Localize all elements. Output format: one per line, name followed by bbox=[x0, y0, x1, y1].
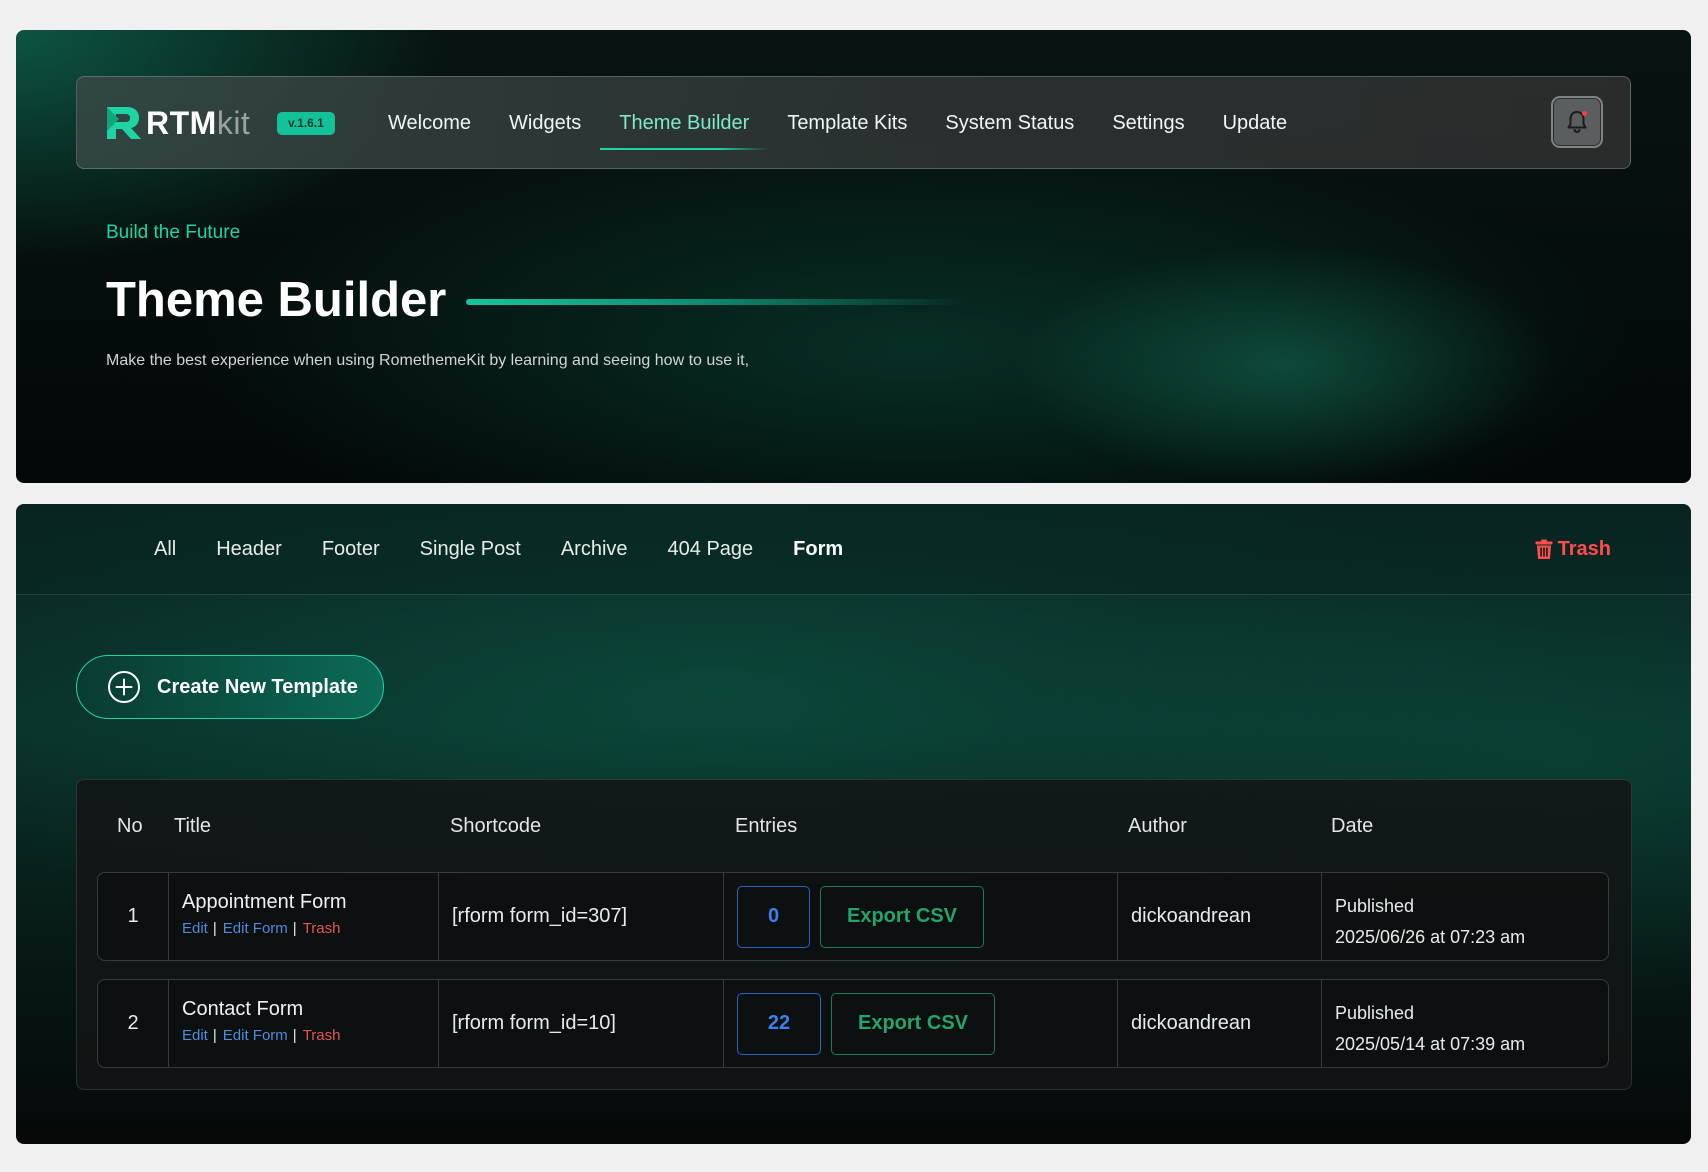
nav-welcome[interactable]: Welcome bbox=[369, 77, 490, 170]
export-csv-button[interactable]: Export CSV bbox=[820, 885, 984, 948]
column-header-author: Author bbox=[1128, 815, 1187, 837]
edit-link[interactable]: Edit bbox=[182, 920, 208, 937]
plus-circle-icon bbox=[108, 671, 140, 703]
page-title: Theme Builder bbox=[106, 273, 447, 327]
trash-icon bbox=[1535, 539, 1553, 559]
table-header: No Title Shortcode Entries Author Date bbox=[77, 780, 1631, 873]
column-header-no: No bbox=[117, 815, 143, 837]
hero-eyebrow: Build the Future bbox=[106, 222, 241, 243]
brand-name: RTMkit bbox=[146, 104, 251, 141]
table-row: 1 Appointment Form Edit | Edit Form | Tr… bbox=[97, 872, 1609, 961]
trash-tab[interactable]: Trash bbox=[1535, 504, 1611, 595]
trash-link[interactable]: Trash bbox=[303, 1027, 341, 1044]
row-title-cell: Contact Form Edit | Edit Form | Trash bbox=[168, 980, 438, 1067]
row-shortcode: [rform form_id=307] bbox=[438, 873, 723, 960]
row-date-cell: Published 2025/06/26 at 07:23 am bbox=[1321, 873, 1610, 960]
forms-table: No Title Shortcode Entries Author Date 1… bbox=[76, 779, 1632, 1090]
tab-footer[interactable]: Footer bbox=[302, 504, 400, 595]
row-date: 2025/06/26 at 07:23 am bbox=[1335, 927, 1526, 947]
nav-theme-builder[interactable]: Theme Builder bbox=[600, 77, 769, 170]
create-button-label: Create New Template bbox=[157, 675, 358, 698]
row-entries-cell: 22 Export CSV bbox=[723, 980, 1117, 1067]
edit-link[interactable]: Edit bbox=[182, 1027, 208, 1044]
tab-header[interactable]: Header bbox=[196, 504, 302, 595]
column-header-date: Date bbox=[1331, 815, 1374, 837]
version-badge: v.1.6.1 bbox=[277, 112, 335, 135]
rtmkit-logo-icon bbox=[107, 107, 141, 139]
row-title: Contact Form bbox=[182, 998, 304, 1020]
top-navbar: RTMkit v.1.6.1 Welcome Widgets Theme Bui… bbox=[76, 76, 1631, 169]
tab-all[interactable]: All bbox=[134, 504, 196, 595]
row-entries-cell: 0 Export CSV bbox=[723, 873, 1117, 960]
row-title-cell: Appointment Form Edit | Edit Form | Tras… bbox=[168, 873, 438, 960]
action-separator: | bbox=[292, 920, 297, 937]
table-row: 2 Contact Form Edit | Edit Form | Trash … bbox=[97, 979, 1609, 1068]
entries-count-button[interactable]: 0 bbox=[737, 885, 810, 948]
main-nav: Welcome Widgets Theme Builder Template K… bbox=[369, 77, 1306, 170]
nav-settings[interactable]: Settings bbox=[1093, 77, 1203, 170]
action-separator: | bbox=[212, 920, 217, 937]
tab-form[interactable]: Form bbox=[773, 504, 863, 595]
column-header-shortcode: Shortcode bbox=[450, 815, 542, 837]
row-author: dickoandrean bbox=[1117, 980, 1321, 1067]
trash-tab-label: Trash bbox=[1557, 538, 1611, 560]
templates-panel: All Header Footer Single Post Archive 40… bbox=[16, 504, 1691, 1144]
row-date-cell: Published 2025/05/14 at 07:39 am bbox=[1321, 980, 1610, 1067]
action-separator: | bbox=[292, 1027, 297, 1044]
notification-dot bbox=[1582, 111, 1587, 116]
hero-title-row: Theme Builder bbox=[106, 272, 967, 328]
tab-single-post[interactable]: Single Post bbox=[400, 504, 541, 595]
hero-panel: RTMkit v.1.6.1 Welcome Widgets Theme Bui… bbox=[16, 30, 1691, 483]
row-title: Appointment Form bbox=[182, 891, 347, 913]
row-status: Published bbox=[1335, 1003, 1415, 1023]
trash-link[interactable]: Trash bbox=[303, 920, 341, 937]
notification-button[interactable] bbox=[1551, 96, 1603, 148]
tab-archive[interactable]: Archive bbox=[541, 504, 648, 595]
title-accent-line bbox=[466, 299, 967, 305]
row-date: 2025/05/14 at 07:39 am bbox=[1335, 1034, 1526, 1054]
row-number: 2 bbox=[127, 1012, 139, 1034]
hero-description: Make the best experience when using Rome… bbox=[106, 352, 750, 369]
export-csv-button[interactable]: Export CSV bbox=[831, 992, 995, 1055]
row-status: Published bbox=[1335, 896, 1415, 916]
edit-form-link[interactable]: Edit Form bbox=[223, 1027, 288, 1044]
row-author: dickoandrean bbox=[1117, 873, 1321, 960]
create-new-template-button[interactable]: Create New Template bbox=[76, 655, 384, 719]
row-number: 1 bbox=[127, 905, 139, 927]
row-actions: Edit | Edit Form | Trash bbox=[182, 920, 438, 937]
nav-system-status[interactable]: System Status bbox=[926, 77, 1093, 170]
tab-404-page[interactable]: 404 Page bbox=[648, 504, 774, 595]
row-actions: Edit | Edit Form | Trash bbox=[182, 1027, 438, 1044]
brand-logo[interactable]: RTMkit bbox=[105, 105, 250, 141]
action-separator: | bbox=[212, 1027, 217, 1044]
nav-template-kits[interactable]: Template Kits bbox=[768, 77, 926, 170]
column-header-entries: Entries bbox=[735, 815, 798, 837]
template-type-tabs: All Header Footer Single Post Archive 40… bbox=[16, 504, 1691, 595]
edit-form-link[interactable]: Edit Form bbox=[223, 920, 288, 937]
nav-widgets[interactable]: Widgets bbox=[490, 77, 600, 170]
nav-update[interactable]: Update bbox=[1204, 77, 1307, 170]
row-shortcode: [rform form_id=10] bbox=[438, 980, 723, 1067]
entries-count-button[interactable]: 22 bbox=[737, 992, 821, 1055]
column-header-title: Title bbox=[174, 815, 212, 837]
